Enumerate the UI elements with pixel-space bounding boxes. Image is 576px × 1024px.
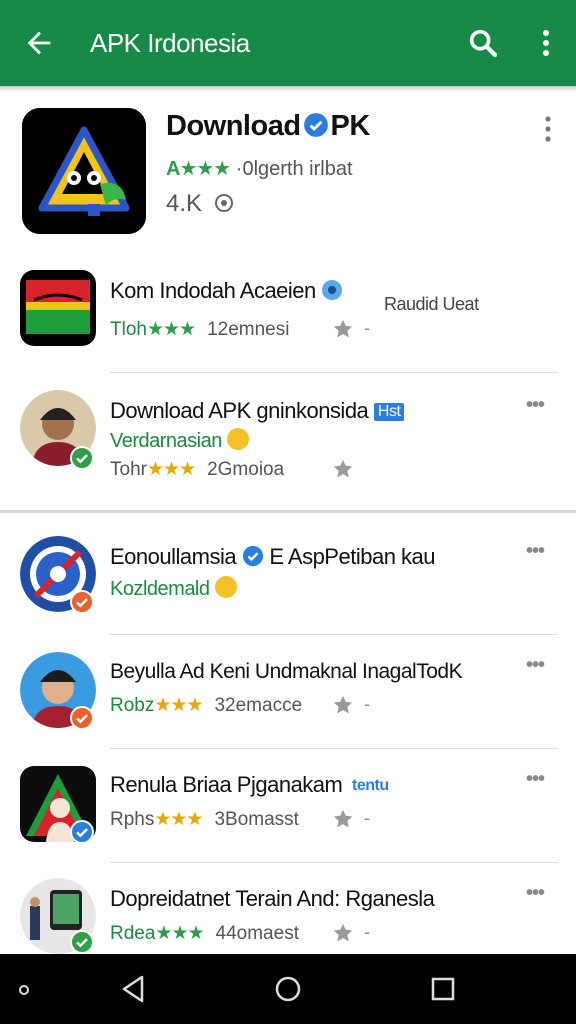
home-circle-icon[interactable] [274, 974, 302, 1004]
rating-stars: ★★★ [146, 459, 196, 480]
system-nav-bar [0, 954, 576, 1024]
verified-badge-icon [70, 706, 94, 730]
arrow-left-icon[interactable] [22, 26, 56, 60]
divider [110, 634, 558, 635]
more-vert-icon[interactable] [536, 28, 556, 58]
list-item[interactable]: Dopreidatnet Terain And: Rganesla Rdea★★… [0, 874, 576, 954]
app-meta: Rdea★★★ 44omaest [110, 922, 299, 945]
dot-icon [19, 985, 29, 995]
back-triangle-icon[interactable] [120, 974, 146, 1004]
app-tag: Hst [373, 403, 405, 421]
search-icon[interactable] [466, 26, 500, 60]
featured-app-title[interactable]: Download PK [166, 110, 370, 143]
app-side-text: Raudid Ueat [384, 294, 479, 314]
app-subtitle-text: Verdarnasian [110, 430, 222, 452]
meta-count: 44omaest [215, 923, 299, 944]
app-name: Beyulla Ad Keni Undmaknal InagalTodK [110, 660, 463, 683]
app-bar: APK Irdonesia [0, 0, 576, 86]
app-name: Download APK gninkonsida Hst [110, 398, 405, 424]
app-meta: Tohr★★★ 2Gmoioa [110, 458, 284, 481]
app-name-text: Kom Indodah Acaeien [110, 278, 316, 303]
app-subtitle: Kozldemald [110, 576, 237, 601]
app-icon-flag [20, 270, 96, 346]
verified-badge-icon [70, 930, 94, 954]
rating-stars: ★★★ [154, 809, 203, 830]
row-more-icon[interactable]: ••• [526, 882, 545, 905]
featured-count-value: 4.K [166, 190, 203, 217]
verified-badge-icon [70, 590, 94, 614]
meta-count: 12emnesi [207, 319, 290, 340]
featured-title-pre: Download [166, 110, 301, 142]
star-icon[interactable] [332, 318, 354, 340]
rating-stars: ★★★ [155, 923, 204, 944]
dash: - [364, 318, 370, 338]
app-name-text: Renula Briaa Pjganakam [110, 772, 343, 797]
app-name-post: E AspPetiban kau [269, 544, 436, 569]
row-more-icon[interactable]: ••• [526, 394, 545, 417]
divider [110, 372, 558, 373]
app-name: Renula Briaa Pjganakam tentu [110, 772, 393, 798]
rating-stars: ★★★ [154, 695, 203, 716]
meta-prefix: Rphs [110, 809, 155, 830]
verified-badge-icon [70, 820, 94, 844]
verified-badge-icon [70, 446, 94, 470]
meta-prefix: Tohr [110, 459, 147, 480]
app-name-text: Eonoullamsia [110, 544, 237, 569]
meta-prefix: Robz [110, 695, 155, 716]
list-item[interactable]: Download APK gninkonsida Hst Verdarnasia… [0, 384, 576, 494]
list-item[interactable]: Renula Briaa Pjganakam tentu Rphs★★★ 3Bom… [0, 760, 576, 860]
app-name-text: Download APK gninkonsida [110, 398, 369, 423]
smile-emoji-icon [226, 428, 249, 450]
recents-square-icon[interactable] [430, 974, 456, 1004]
app-meta: Robz★★★ 32emacce [110, 694, 302, 717]
list-item[interactable]: Eonoullamsia E AspPetiban kau Kozldemald… [0, 532, 576, 632]
featured-count: 4.K [166, 190, 235, 218]
verified-badge-icon [303, 113, 328, 137]
app-meta: Tloh★★★ 12emnesi [110, 318, 289, 341]
list-item[interactable]: Kom Indodah Acaeien Raudid Ueat Tloh★★★ 1… [0, 266, 576, 358]
star-icon[interactable] [332, 694, 354, 716]
divider [110, 862, 558, 863]
divider [110, 748, 558, 749]
dash: - [364, 694, 370, 714]
app-subtitle-text: Kozldemald [110, 578, 210, 600]
app-name: Kom Indodah Acaeien [110, 278, 343, 304]
page-title: APK Irdonesia [90, 28, 250, 58]
featured-rating-stars: A★★★ [166, 158, 231, 180]
dash: - [364, 922, 370, 942]
meta-prefix: Tloh [110, 319, 147, 340]
row-more-icon[interactable]: ••• [526, 540, 545, 563]
app-name: Dopreidatnet Terain And: Rganesla [110, 886, 435, 911]
info-icon [214, 194, 233, 212]
section-divider [0, 510, 576, 513]
featured-rating: A★★★ ·0lgerth irlbat [166, 156, 353, 181]
list-item[interactable]: Beyulla Ad Keni Undmaknal InagalTodK Rob… [0, 646, 576, 746]
featured-app-icon[interactable] [22, 108, 146, 234]
star-icon[interactable] [332, 922, 354, 944]
blue-dot-icon [322, 280, 343, 300]
app-subtitle: Verdarnasian [110, 428, 249, 453]
app-tag: tentu [352, 777, 389, 794]
rating-stars: ★★★ [146, 319, 196, 340]
featured-more-icon[interactable] [538, 114, 558, 144]
row-more-icon[interactable]: ••• [526, 654, 545, 677]
star-icon[interactable] [332, 458, 354, 480]
featured-rating-text: ·0lgerth irlbat [235, 158, 353, 180]
meta-count: 32emacce [214, 695, 303, 716]
meta-count: 3Bomasst [214, 809, 299, 830]
featured-title-post: PK [330, 110, 371, 142]
star-icon[interactable] [332, 808, 354, 830]
meta-prefix: Rdea [110, 923, 156, 944]
verified-badge-icon [242, 545, 263, 567]
row-more-icon[interactable]: ••• [526, 768, 545, 791]
app-meta: Rphs★★★ 3Bomasst [110, 808, 299, 831]
appbar-shadow [0, 86, 576, 92]
sad-emoji-icon [214, 576, 237, 598]
dash: - [364, 808, 370, 828]
app-name: Eonoullamsia E AspPetiban kau [110, 544, 436, 570]
meta-count: 2Gmoioa [207, 459, 285, 480]
